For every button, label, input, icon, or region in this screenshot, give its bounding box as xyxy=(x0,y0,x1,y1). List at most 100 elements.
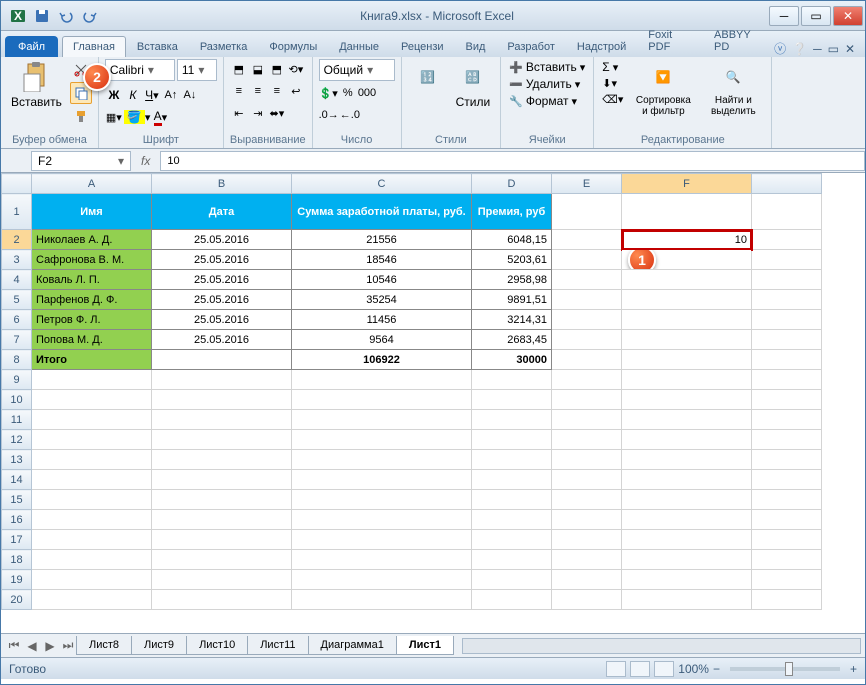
tab-abbyy[interactable]: ABBYY PD xyxy=(703,24,774,57)
tab-file[interactable]: Файл xyxy=(5,36,58,57)
fill-color-icon[interactable]: 🪣▾ xyxy=(124,107,150,127)
close-button[interactable]: ✕ xyxy=(833,6,863,26)
win-min-icon[interactable]: ─ xyxy=(813,42,822,56)
header-date[interactable]: Дата xyxy=(152,194,292,230)
underline-button[interactable]: Ч▾ xyxy=(143,85,161,105)
excel-icon[interactable]: X xyxy=(7,5,29,27)
col-C[interactable]: C xyxy=(292,174,472,194)
bold-button[interactable]: Ж xyxy=(105,85,123,105)
align-left-icon[interactable]: ≡ xyxy=(230,81,248,101)
view-normal-icon[interactable] xyxy=(606,661,626,677)
name-box[interactable]: F2▾ xyxy=(31,151,131,171)
horizontal-scrollbar[interactable] xyxy=(462,638,861,654)
format-cells-button[interactable]: 🔧Формат▾ xyxy=(507,93,587,109)
tab-foxit[interactable]: Foxit PDF xyxy=(637,24,703,57)
tab-nav-next-icon[interactable]: ▶ xyxy=(41,637,59,655)
undo-icon[interactable] xyxy=(55,5,77,27)
sheet-tab-1[interactable]: Лист1 xyxy=(396,636,454,655)
redo-icon[interactable] xyxy=(79,5,101,27)
worksheet-grid[interactable]: A B C D E F 1 Имя Дата Сумма заработной … xyxy=(1,173,865,633)
maximize-button[interactable]: ▭ xyxy=(801,6,831,26)
align-center-icon[interactable]: ≡ xyxy=(249,81,267,101)
format-painter-icon[interactable] xyxy=(70,105,92,127)
zoom-in-button[interactable]: + xyxy=(850,662,857,676)
select-all-corner[interactable] xyxy=(2,174,32,194)
view-break-icon[interactable] xyxy=(654,661,674,677)
row-6[interactable]: 6 xyxy=(2,310,32,330)
tab-dev[interactable]: Разработ xyxy=(496,36,565,57)
tab-home[interactable]: Главная xyxy=(62,36,126,57)
header-salary[interactable]: Сумма заработной платы, руб. xyxy=(292,194,472,230)
tab-review[interactable]: Рецензи xyxy=(390,36,455,57)
decrease-font-icon[interactable]: A↓ xyxy=(181,85,199,105)
table-row[interactable]: Николаев А. Д. xyxy=(32,230,152,250)
row-1[interactable]: 1 xyxy=(2,194,32,230)
sheet-tab-11[interactable]: Лист11 xyxy=(247,636,308,655)
minimize-button[interactable]: ─ xyxy=(769,6,799,26)
tab-formulas[interactable]: Формулы xyxy=(258,36,328,57)
paste-button[interactable]: Вставить xyxy=(7,59,66,111)
row-8[interactable]: 8 xyxy=(2,350,32,370)
tab-insert[interactable]: Вставка xyxy=(126,36,189,57)
find-select-button[interactable]: 🔍Найти и выделить xyxy=(701,59,765,119)
sheet-tab-9[interactable]: Лист9 xyxy=(131,636,187,655)
decrease-decimal-icon[interactable]: ←.0 xyxy=(340,105,360,125)
sheet-tab-10[interactable]: Лист10 xyxy=(186,636,248,655)
tab-nav-prev-icon[interactable]: ◀ xyxy=(23,637,41,655)
autosum-button[interactable]: Σ▾ xyxy=(600,59,625,75)
zoom-slider[interactable] xyxy=(730,667,840,671)
row-3[interactable]: 3 xyxy=(2,250,32,270)
fx-icon[interactable]: fx xyxy=(131,154,160,168)
minimize-ribbon-icon[interactable]: ⓥ xyxy=(774,40,786,57)
sort-filter-button[interactable]: 🔽Сортировка и фильтр xyxy=(629,59,697,119)
row-7[interactable]: 7 xyxy=(2,330,32,350)
help-icon[interactable]: ❔ xyxy=(792,42,807,56)
align-top-icon[interactable]: ⬒ xyxy=(230,59,248,79)
view-page-icon[interactable] xyxy=(630,661,650,677)
save-icon[interactable] xyxy=(31,5,53,27)
increase-indent-icon[interactable]: ⇥ xyxy=(249,103,267,123)
col-B[interactable]: B xyxy=(152,174,292,194)
italic-button[interactable]: К xyxy=(124,85,142,105)
wrap-text-icon[interactable]: ↩ xyxy=(287,81,305,101)
orientation-icon[interactable]: ⟲▾ xyxy=(287,59,305,79)
align-bottom-icon[interactable]: ⬒ xyxy=(268,59,286,79)
increase-font-icon[interactable]: A↑ xyxy=(162,85,180,105)
win-close-icon[interactable]: ✕ xyxy=(845,42,855,56)
sheet-tab-8[interactable]: Лист8 xyxy=(76,636,132,655)
total-label[interactable]: Итого xyxy=(32,350,152,370)
comma-icon[interactable]: 000 xyxy=(358,83,376,103)
row-4[interactable]: 4 xyxy=(2,270,32,290)
borders-icon[interactable]: ▦▾ xyxy=(105,107,123,127)
formula-input[interactable]: 10 xyxy=(160,151,865,171)
font-color-icon[interactable]: A▾ xyxy=(151,107,169,127)
col-G[interactable] xyxy=(752,174,822,194)
percent-icon[interactable]: % xyxy=(339,83,357,103)
insert-cells-button[interactable]: ➕Вставить▾ xyxy=(507,59,587,75)
col-A[interactable]: A xyxy=(32,174,152,194)
sheet-tab-diagram[interactable]: Диаграмма1 xyxy=(308,636,397,655)
increase-decimal-icon[interactable]: .0→ xyxy=(319,105,339,125)
number-format-combo[interactable]: Общий▾ xyxy=(319,59,395,81)
selected-cell-F2[interactable]: 10 xyxy=(622,230,752,250)
styles-button[interactable]: 🔠Стили xyxy=(452,59,495,111)
header-bonus[interactable]: Премия, руб xyxy=(472,194,552,230)
align-right-icon[interactable]: ≡ xyxy=(268,81,286,101)
cond-format-button[interactable]: 🔢 xyxy=(408,59,448,95)
fill-button[interactable]: ⬇▾ xyxy=(600,76,625,91)
currency-icon[interactable]: 💲▾ xyxy=(319,83,338,103)
header-name[interactable]: Имя xyxy=(32,194,152,230)
decrease-indent-icon[interactable]: ⇤ xyxy=(230,103,248,123)
font-name-combo[interactable]: Calibri▾ xyxy=(105,59,175,81)
tab-addins[interactable]: Надстрой xyxy=(566,36,637,57)
col-D[interactable]: D xyxy=(472,174,552,194)
row-2[interactable]: 2 xyxy=(2,230,32,250)
zoom-out-button[interactable]: − xyxy=(713,662,720,676)
align-middle-icon[interactable]: ⬓ xyxy=(249,59,267,79)
tab-view[interactable]: Вид xyxy=(455,36,497,57)
tab-layout[interactable]: Разметка xyxy=(189,36,259,57)
row-5[interactable]: 5 xyxy=(2,290,32,310)
col-F[interactable]: F xyxy=(622,174,752,194)
tab-data[interactable]: Данные xyxy=(328,36,390,57)
tab-nav-last-icon[interactable]: ⏭ xyxy=(59,637,77,655)
